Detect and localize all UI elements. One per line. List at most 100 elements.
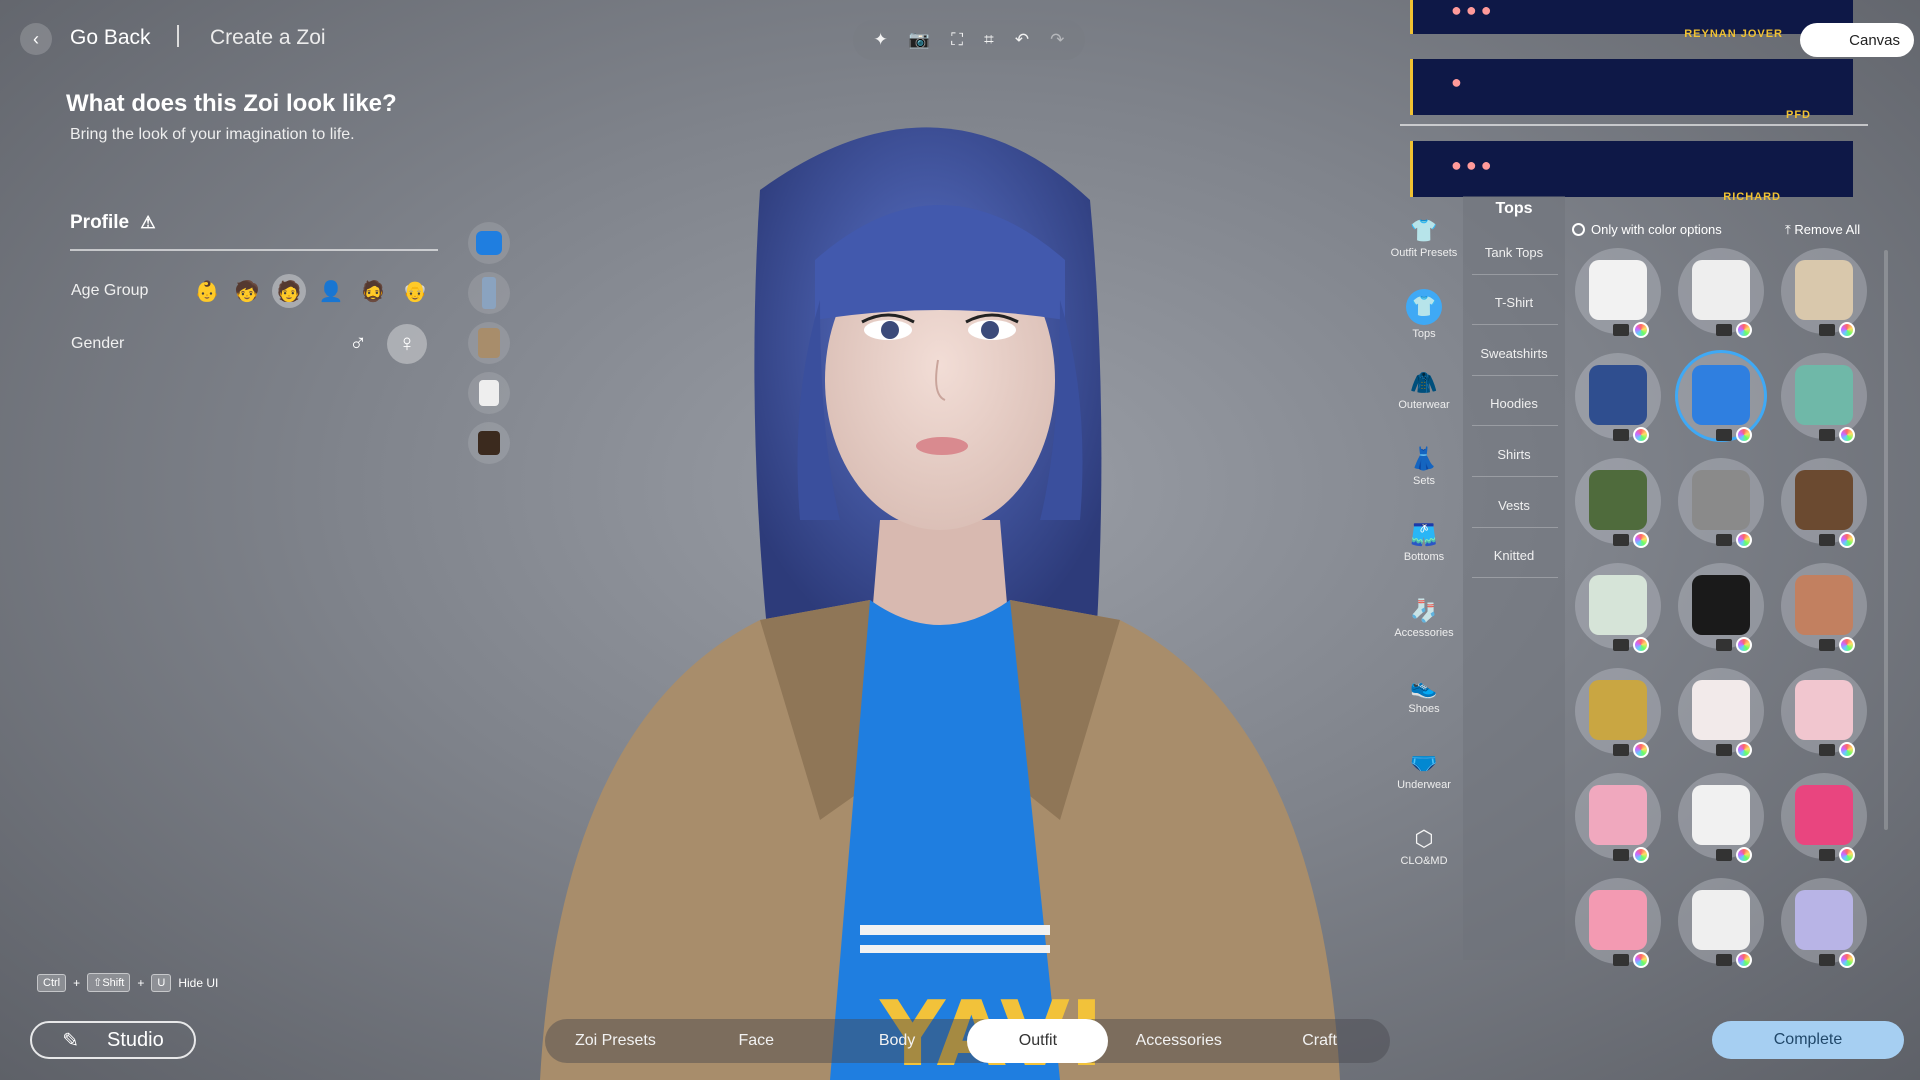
tab-accessories[interactable]: Accessories: [1108, 1019, 1249, 1063]
tab-craft[interactable]: Craft: [1249, 1019, 1390, 1063]
color-swatch-icon[interactable]: [1839, 742, 1855, 758]
color-swatch-icon[interactable]: [1839, 952, 1855, 968]
clothing-item[interactable]: [1575, 668, 1661, 758]
color-swatch-icon[interactable]: [1839, 427, 1855, 443]
clothing-item[interactable]: [1781, 563, 1867, 653]
color-swatch-icon[interactable]: [1736, 742, 1752, 758]
subcategory-tank-tops[interactable]: Tank Tops: [1463, 245, 1565, 260]
category-bottoms[interactable]: 🩳 Bottoms: [1386, 504, 1462, 580]
category-tops[interactable]: 👕 Tops: [1386, 276, 1462, 352]
focus-icon[interactable]: ⛶: [951, 30, 963, 50]
slot-top[interactable]: [468, 222, 510, 264]
subcategory-knitted[interactable]: Knitted: [1463, 548, 1565, 563]
redo-icon[interactable]: ↷: [1050, 30, 1064, 50]
color-swatch-icon[interactable]: [1839, 322, 1855, 338]
subcategory-vests[interactable]: Vests: [1463, 498, 1565, 513]
category-outerwear[interactable]: 🧥 Outerwear: [1386, 352, 1462, 428]
slot-outerwear[interactable]: [468, 322, 510, 364]
age-teen-icon[interactable]: 🧑: [272, 274, 306, 308]
emote-icons: ●●●: [1451, 155, 1496, 175]
clothing-item[interactable]: [1678, 563, 1764, 653]
slot-shoes[interactable]: [468, 422, 510, 464]
color-swatch-icon[interactable]: [1736, 952, 1752, 968]
clothing-item[interactable]: [1678, 773, 1764, 863]
clothing-item[interactable]: [1575, 458, 1661, 548]
clothing-item[interactable]: [1575, 248, 1661, 338]
clothing-item[interactable]: [1781, 458, 1867, 548]
clothing-item[interactable]: [1575, 563, 1661, 653]
male-icon[interactable]: ♂: [338, 324, 378, 364]
sets-icon: 👗: [1410, 445, 1438, 471]
complete-button[interactable]: Complete: [1712, 1021, 1904, 1059]
tab-body[interactable]: Body: [827, 1019, 968, 1063]
age-adult-icon[interactable]: 👤: [314, 274, 348, 308]
color-swatch-icon[interactable]: [1633, 532, 1649, 548]
age-middle-icon[interactable]: 🧔: [356, 274, 390, 308]
clothing-item[interactable]: [1781, 668, 1867, 758]
clothing-item[interactable]: [1781, 248, 1867, 338]
color-swatch-icon[interactable]: [1736, 637, 1752, 653]
slot-socks[interactable]: [468, 372, 510, 414]
clothing-item[interactable]: [1781, 353, 1867, 443]
color-swatch-icon[interactable]: [1633, 742, 1649, 758]
category-shoes[interactable]: 👟 Shoes: [1386, 656, 1462, 732]
color-swatch-icon[interactable]: [1633, 427, 1649, 443]
tab-face[interactable]: Face: [686, 1019, 827, 1063]
item-thumbnail: [1589, 890, 1647, 950]
category-underwear[interactable]: 🩲 Underwear: [1386, 732, 1462, 808]
age-infant-icon[interactable]: 👶: [190, 274, 224, 308]
slot-bottom[interactable]: [468, 272, 510, 314]
sparkle-icon[interactable]: ✦: [874, 30, 888, 50]
category-clomd[interactable]: ⬡ CLO&MD: [1386, 808, 1462, 884]
color-swatch-icon[interactable]: [1633, 322, 1649, 338]
age-child-icon[interactable]: 🧒: [230, 274, 264, 308]
item-thumbnail: [1795, 785, 1853, 845]
remove-all-button[interactable]: ⤒ Remove All: [1785, 222, 1860, 238]
clothing-item[interactable]: [1678, 248, 1764, 338]
color-swatch-icon[interactable]: [1736, 322, 1752, 338]
clothing-item[interactable]: [1678, 878, 1764, 968]
go-back-label[interactable]: Go Back: [70, 26, 151, 50]
undo-icon[interactable]: ↶: [1015, 30, 1029, 50]
color-swatch-icon[interactable]: [1736, 427, 1752, 443]
clothing-item[interactable]: [1575, 773, 1661, 863]
category-outfit-presets[interactable]: 👕 Outfit Presets: [1386, 200, 1462, 276]
color-swatch-icon[interactable]: [1736, 847, 1752, 863]
color-swatch-icon[interactable]: [1839, 637, 1855, 653]
clothing-item[interactable]: [1781, 773, 1867, 863]
color-swatch-icon[interactable]: [1633, 952, 1649, 968]
female-icon[interactable]: ♀: [387, 324, 427, 364]
subcategory-hoodies[interactable]: Hoodies: [1463, 396, 1565, 411]
clothing-item[interactable]: [1678, 458, 1764, 548]
divider: [1472, 476, 1558, 477]
category-accessories[interactable]: 🧦 Accessories: [1386, 580, 1462, 656]
studio-button[interactable]: ✎ Studio: [30, 1021, 196, 1059]
outfit-presets-icon: 👕: [1410, 217, 1438, 243]
clothing-item[interactable]: [1781, 878, 1867, 968]
go-back-button[interactable]: ‹: [20, 23, 52, 55]
item-type-icon: [1716, 639, 1732, 651]
capture-icon[interactable]: ⌗: [984, 30, 994, 50]
grid-scrollbar[interactable]: [1884, 250, 1888, 830]
main-tabs: Zoi Presets Face Body Outfit Accessories…: [545, 1019, 1390, 1063]
color-options-toggle[interactable]: Only with color options: [1572, 222, 1722, 237]
color-swatch-icon[interactable]: [1633, 637, 1649, 653]
category-sets[interactable]: 👗 Sets: [1386, 428, 1462, 504]
camera-icon[interactable]: 📷: [909, 30, 930, 50]
clothing-item[interactable]: [1678, 668, 1764, 758]
subcategory-t-shirt[interactable]: T-Shirt: [1463, 295, 1565, 310]
emote-icons: ●●●: [1451, 0, 1496, 20]
divider: [1472, 324, 1558, 325]
color-swatch-icon[interactable]: [1839, 847, 1855, 863]
subcategory-shirts[interactable]: Shirts: [1463, 447, 1565, 462]
clothing-item[interactable]: [1575, 878, 1661, 968]
color-swatch-icon[interactable]: [1633, 847, 1649, 863]
clothing-item[interactable]: [1678, 353, 1764, 443]
clothing-item[interactable]: [1575, 353, 1661, 443]
subcategory-sweatshirts[interactable]: Sweatshirts: [1463, 346, 1565, 361]
tab-zoi-presets[interactable]: Zoi Presets: [545, 1019, 686, 1063]
tab-outfit[interactable]: Outfit: [967, 1019, 1109, 1063]
age-elder-icon[interactable]: 👴: [398, 274, 432, 308]
color-swatch-icon[interactable]: [1736, 532, 1752, 548]
color-swatch-icon[interactable]: [1839, 532, 1855, 548]
